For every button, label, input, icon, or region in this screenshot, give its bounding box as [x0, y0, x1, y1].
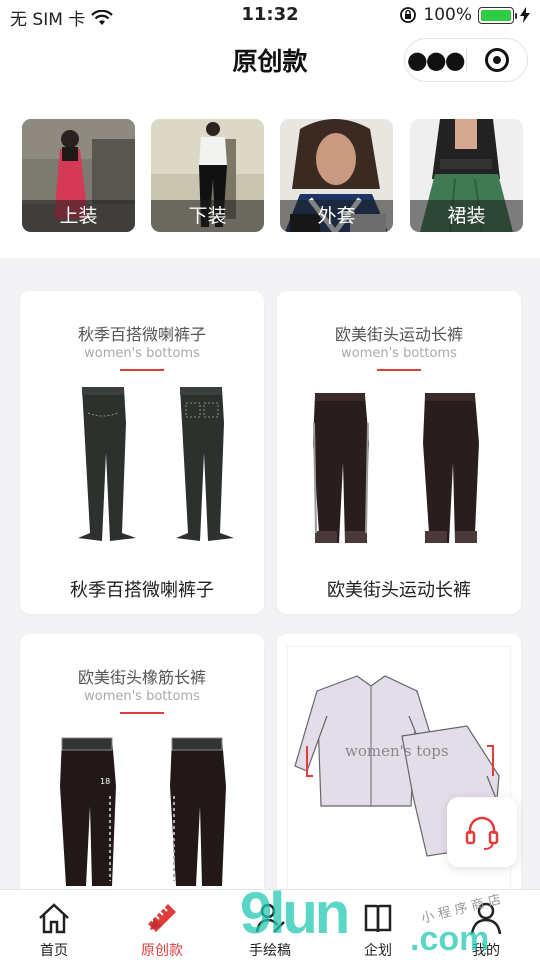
- category-bottoms[interactable]: 下装: [151, 119, 264, 232]
- tab-home[interactable]: 首页: [0, 890, 108, 960]
- card-header-subtitle: women's bottoms: [84, 689, 200, 704]
- category-skirts[interactable]: 裙装: [410, 119, 523, 232]
- elastic-pants-illustration: 18: [60, 737, 226, 886]
- product-name: 秋季百搭微喇裤子: [70, 580, 214, 601]
- category-label: 裙装: [410, 200, 523, 232]
- watermark-logo: 9lun: [240, 881, 350, 946]
- card-header-subtitle: women's bottoms: [84, 346, 200, 361]
- book-icon: [364, 904, 392, 933]
- headset-icon: [465, 816, 499, 850]
- accent-line: [120, 369, 164, 371]
- tab-label: 原创款: [141, 943, 183, 959]
- tab-original[interactable]: 原创款: [108, 890, 216, 960]
- svg-text:18: 18: [100, 777, 110, 786]
- more-dots-icon[interactable]: ●●●: [405, 45, 466, 75]
- mini-program-capsule: ●●●: [404, 38, 528, 82]
- product-card-2[interactable]: 欧美街头运动长裤 women's bottoms 欧美街头运动长裤: [277, 291, 521, 614]
- customer-service-button[interactable]: [447, 797, 517, 867]
- category-label: 外套: [280, 200, 393, 232]
- accent-line: [120, 712, 164, 714]
- close-button[interactable]: [466, 48, 527, 72]
- charging-bolt-icon: [520, 7, 530, 23]
- battery-icon: [478, 6, 517, 24]
- flared-jeans-illustration: [78, 387, 234, 541]
- card-header-title: 欧美街头运动长裤: [334, 325, 463, 344]
- watermark-suffix: .com: [410, 920, 490, 958]
- card-overlay-subtitle: women's tops: [345, 742, 449, 760]
- product-name: 欧美街头运动长裤: [327, 580, 471, 601]
- category-outerwear[interactable]: 外套: [280, 119, 393, 232]
- home-icon: [39, 903, 69, 934]
- category-label: 下装: [151, 200, 264, 232]
- category-label: 上装: [22, 200, 135, 232]
- orientation-lock-icon: [400, 7, 417, 23]
- product-card-1[interactable]: 秋季百搭微喇裤子 women's bottoms 秋季百搭微喇裤子: [20, 291, 264, 614]
- accent-line: [377, 369, 421, 371]
- status-bar: 无 SIM 卡 11:32 100%: [0, 0, 540, 30]
- category-strip: 上装 下装 外套 裙装: [0, 92, 540, 258]
- battery-percent: 100%: [423, 5, 472, 25]
- category-tops[interactable]: 上装: [22, 119, 135, 232]
- card-header-subtitle: women's bottoms: [341, 346, 457, 361]
- card-header-title: 欧美街头橡筋长裤: [77, 668, 206, 687]
- pencil-ruler-icon: [148, 904, 176, 932]
- card-header-title: 秋季百搭微喇裤子: [77, 325, 206, 344]
- shirt-illustration: [287, 646, 511, 916]
- navigation-bar: 原创款 ●●●: [0, 30, 540, 92]
- jogger-pants-illustration: [313, 393, 479, 543]
- target-circle-icon: [484, 48, 509, 72]
- tab-label: 首页: [40, 943, 68, 959]
